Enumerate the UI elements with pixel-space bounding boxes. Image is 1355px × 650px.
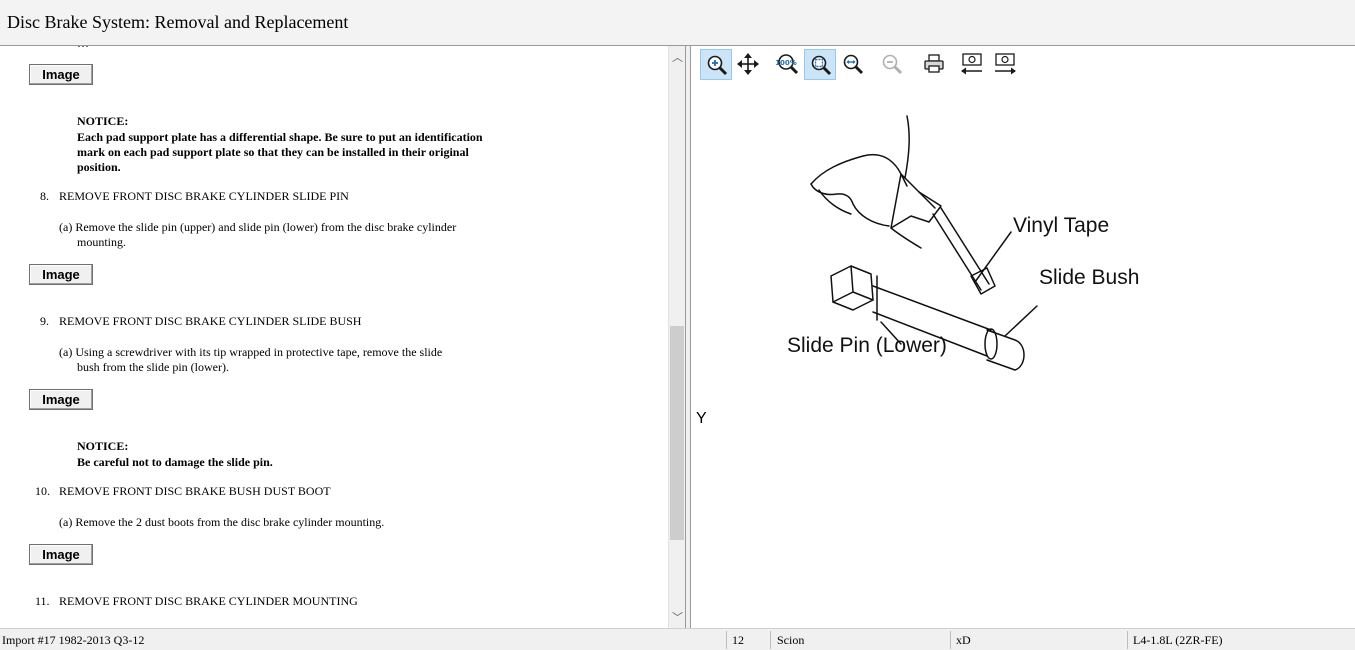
zoom-in-tool-icon xyxy=(707,55,728,76)
image-button[interactable]: Image xyxy=(29,264,93,285)
vinyl-tape-label: Vinyl Tape xyxy=(1013,214,1109,237)
status-source: Import #17 1982-2013 Q3-12 xyxy=(2,633,145,647)
hand-outline xyxy=(810,183,890,227)
finger-tip xyxy=(890,227,922,249)
previous-image-icon xyxy=(961,53,982,75)
slide-bush-leader xyxy=(1004,305,1038,337)
step-title: REMOVE FRONT DISC BRAKE CYLINDER MOUNTIN… xyxy=(59,594,358,608)
clipped-previous-text: … xyxy=(77,46,89,51)
step-number: 8. xyxy=(40,189,49,203)
notice-heading: NOTICE: xyxy=(77,439,129,453)
scroll-up-arrow-icon[interactable]: ︿ xyxy=(669,49,685,65)
step-number: 11. xyxy=(35,594,50,608)
slide-pin-body xyxy=(872,285,992,331)
slide-bush-label: Slide Bush xyxy=(1039,266,1139,289)
status-make: Scion xyxy=(777,633,805,647)
print-icon xyxy=(924,54,944,73)
substep-text: (a) Using a screwdriver with its tip wra… xyxy=(59,345,443,359)
vertical-scrollbar[interactable]: ︿ ﹀ xyxy=(668,46,685,628)
substep-text: (a) Remove the slide pin (upper) and sli… xyxy=(59,220,457,234)
zoom-fit-button[interactable] xyxy=(804,49,836,80)
image-button[interactable]: Image xyxy=(29,544,93,565)
window-title: Disc Brake System: Removal and Replaceme… xyxy=(7,12,349,32)
substep-text: mounting. xyxy=(77,235,127,249)
status-model: xD xyxy=(956,633,971,647)
procedure-pane[interactable]: … Image NOTICE: Each pad support plate h… xyxy=(0,46,686,628)
zoom-out-icon xyxy=(882,54,903,75)
zoom-fit-icon xyxy=(811,55,832,76)
notice-text-line: Be careful not to damage the slide pin. xyxy=(77,455,273,469)
previous-image-button[interactable] xyxy=(955,49,987,80)
step-number: 9. xyxy=(40,314,49,328)
vinyl-tape-leader xyxy=(974,231,1012,283)
substep-text: bush from the slide pin (lower). xyxy=(77,360,229,374)
notice-text-line: mark on each pad support plate so that t… xyxy=(77,145,469,159)
status-separator xyxy=(1127,631,1128,649)
image-button[interactable]: Image xyxy=(29,64,93,85)
viewer-toolbar: 100% xyxy=(691,46,1355,84)
status-separator xyxy=(726,631,727,649)
next-image-button[interactable] xyxy=(988,49,1020,80)
actual-size-icon: 100% xyxy=(776,54,799,75)
status-engine: L4-1.8L (2ZR-FE) xyxy=(1133,633,1223,647)
actual-size-button[interactable]: 100% xyxy=(772,49,804,80)
hand-outline xyxy=(810,153,908,187)
image-viewer-pane: 100% Vinyl Tape Slide Bush Slide Pin (Lo… xyxy=(691,46,1355,628)
step-title: REMOVE FRONT DISC BRAKE BUSH DUST BOOT xyxy=(59,484,331,498)
title-bar: Disc Brake System: Removal and Replaceme… xyxy=(0,0,1355,46)
step-number: 10. xyxy=(35,484,50,498)
illustration-canvas[interactable]: Vinyl Tape Slide Bush Slide Pin (Lower) … xyxy=(691,86,1355,626)
notice-text-line: position. xyxy=(77,160,121,174)
status-separator xyxy=(770,631,771,649)
slide-bush-removal-illustration: Vinyl Tape Slide Bush Slide Pin (Lower) xyxy=(787,115,1139,371)
zoom-width-button[interactable] xyxy=(837,49,869,80)
next-image-icon xyxy=(995,53,1016,75)
hex-edge xyxy=(832,291,854,303)
wrist-line xyxy=(904,115,910,179)
status-separator xyxy=(950,631,951,649)
status-year: 12 xyxy=(732,633,744,647)
substep-text: (a) Remove the 2 dust boots from the dis… xyxy=(59,515,385,529)
pan-move-button[interactable] xyxy=(732,49,764,80)
image-button[interactable]: Image xyxy=(29,389,93,410)
slide-pin-label: Slide Pin (Lower) xyxy=(787,334,947,357)
scroll-down-arrow-icon[interactable]: ﹀ xyxy=(669,609,685,625)
slide-bush-edge xyxy=(984,328,998,360)
status-bar: Import #17 1982-2013 Q3-12 12 Scion xD L… xyxy=(0,628,1355,650)
screwdriver-shaft xyxy=(932,213,982,291)
notice-heading: NOTICE: xyxy=(77,114,129,128)
zoom-out-button[interactable] xyxy=(876,49,908,80)
screwdriver-handle xyxy=(890,173,942,229)
illustration-code-letter: Y xyxy=(696,410,707,427)
pan-move-icon xyxy=(737,53,759,75)
print-button[interactable] xyxy=(918,49,950,80)
scrollbar-thumb[interactable] xyxy=(670,326,684,540)
svg-text:100%: 100% xyxy=(776,59,797,67)
notice-text-line: Each pad support plate has a differentia… xyxy=(77,130,483,144)
step-title: REMOVE FRONT DISC BRAKE CYLINDER SLIDE B… xyxy=(59,314,362,328)
step-title: REMOVE FRONT DISC BRAKE CYLINDER SLIDE P… xyxy=(59,189,349,203)
zoom-in-tool-button[interactable] xyxy=(700,49,732,80)
zoom-width-icon xyxy=(843,54,864,75)
